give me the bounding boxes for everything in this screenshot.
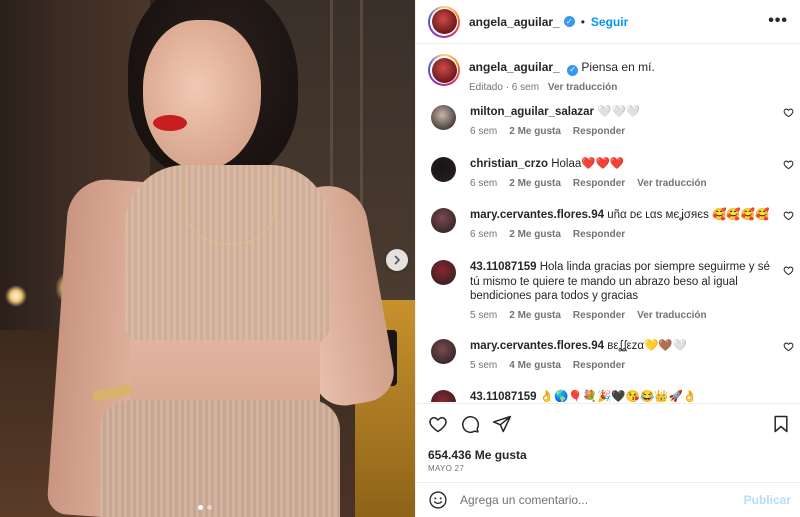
comment-time: 6 sem	[470, 228, 498, 240]
post-actions: 654.436 Me gusta MAYO 27	[416, 403, 800, 481]
photo-necklace	[185, 175, 275, 245]
instagram-post-modal: angela_aguilar_ ✓ • Seguir ••• angela_ag…	[0, 0, 800, 517]
carousel-dot	[207, 505, 212, 510]
comment-text-block: 43.11087159 👌🌎🎈💐🎉🖤😘😂👑🚀👌	[470, 390, 770, 402]
comment-time: 5 sem	[470, 309, 498, 321]
commenter-avatar[interactable]	[431, 339, 456, 364]
comment-icon[interactable]	[460, 414, 480, 434]
emoji-icon[interactable]	[428, 490, 448, 510]
translate-link[interactable]: Ver traducción	[637, 178, 706, 189]
comment-text-block: mary.cervantes.flores.94 вεʆʆεzα💛🤎🤍	[470, 339, 770, 354]
share-icon[interactable]	[492, 414, 512, 434]
next-arrow-icon	[394, 255, 400, 265]
reply-button[interactable]: Responder	[573, 310, 625, 321]
add-comment-bar: Agrega un comentario... Publicar	[416, 482, 800, 517]
reply-button[interactable]: Responder	[573, 229, 625, 240]
comment-like-heart-icon[interactable]	[783, 107, 794, 118]
post-date: MAYO 27	[428, 464, 465, 473]
verified-icon: ✓	[563, 16, 575, 27]
commenter-username[interactable]: 43.11087159	[470, 391, 537, 402]
comment-text-block: milton_aguilar_salazar 🤍🤍🤍	[470, 105, 770, 120]
comment-time: 5 sem	[470, 359, 498, 371]
commenter-avatar[interactable]	[431, 260, 456, 285]
post-caption: angela_aguilar_ ✓ Piensa en mí. Editado …	[428, 54, 655, 93]
commenter-avatar[interactable]	[431, 390, 456, 402]
comment-time: 6 sem	[470, 125, 498, 137]
comment-like-heart-icon[interactable]	[783, 341, 794, 352]
comment-text: вεʆʆεzα💛🤎🤍	[607, 340, 687, 352]
reply-button[interactable]: Responder	[573, 360, 625, 371]
translate-link[interactable]: Ver traducción	[637, 310, 706, 321]
verified-icon: ✓	[567, 64, 579, 76]
comment-text-block: christian_crzo Holaa❤️❤️❤️	[470, 157, 770, 172]
comment-meta: 6 sem 2 Me gusta Responder	[470, 126, 770, 137]
commenter-username[interactable]: christian_crzo	[470, 158, 548, 170]
carousel-dots	[198, 505, 212, 510]
post-comment-button[interactable]: Publicar	[744, 493, 791, 507]
author-avatar[interactable]	[428, 5, 460, 38]
comment-row: christian_crzo Holaa❤️❤️❤️ 6 sem 2 Me gust…	[428, 157, 798, 189]
header-separator: •	[580, 14, 585, 29]
comment-row: mary.cervantes.flores.94 uñα ᴅє ʟαѕ мєʝσ…	[428, 208, 798, 240]
comment-likes[interactable]: 2 Me gusta	[509, 126, 561, 137]
reply-button[interactable]: Responder	[573, 126, 625, 137]
follow-button[interactable]: Seguir	[591, 15, 628, 29]
comment-likes[interactable]: 2 Me gusta	[509, 229, 561, 240]
comment-like-heart-icon[interactable]	[783, 265, 794, 276]
reply-button[interactable]: Responder	[573, 178, 625, 189]
more-options-icon[interactable]: •••	[768, 13, 788, 29]
comment-meta: 5 sem 2 Me gusta Responder Ver traducción	[470, 310, 770, 321]
comment-row: 43.11087159 👌🌎🎈💐🎉🖤😘😂👑🚀👌	[428, 390, 798, 402]
comment-row: 43.11087159 Hola linda gracias por siemp…	[428, 260, 798, 321]
comment-time: 6 sem	[470, 177, 498, 189]
comment-input[interactable]: Agrega un comentario...	[460, 493, 588, 507]
comment-meta: 5 sem 4 Me gusta Responder	[470, 360, 770, 371]
photo-background-light	[5, 285, 27, 307]
comment-row: milton_aguilar_salazar 🤍🤍🤍 6 sem 2 Me gust…	[428, 105, 798, 137]
bookmark-icon[interactable]	[771, 414, 791, 434]
commenter-avatar[interactable]	[431, 157, 456, 182]
photo-face	[143, 20, 261, 170]
heart-icon[interactable]	[428, 414, 448, 434]
comment-text: 🤍🤍🤍	[597, 106, 641, 118]
post-photo[interactable]	[0, 0, 415, 517]
comment-text-block: 43.11087159 Hola linda gracias por siemp…	[470, 260, 770, 304]
post-header: angela_aguilar_ ✓ • Seguir •••	[416, 0, 800, 44]
likes-count[interactable]: 654.436 Me gusta	[428, 448, 527, 462]
author-username[interactable]: angela_aguilar_	[469, 15, 560, 29]
commenter-avatar[interactable]	[431, 208, 456, 233]
commenter-username[interactable]: milton_aguilar_salazar	[470, 106, 594, 118]
commenter-username[interactable]: 43.11087159	[470, 261, 537, 273]
comment-text: uñα ᴅє ʟαѕ мєʝσяєѕ 🥰🥰🥰🥰	[607, 209, 770, 221]
carousel-next-button[interactable]	[386, 249, 408, 271]
caption-text: Piensa en mí.	[581, 60, 655, 74]
comment-like-heart-icon[interactable]	[783, 159, 794, 170]
photo-skirt	[100, 400, 340, 517]
caption-translate-link[interactable]: Ver traducción	[548, 82, 617, 93]
comment-meta: 6 sem 2 Me gusta Responder Ver traducción	[470, 178, 770, 189]
comment-text-block: mary.cervantes.flores.94 uñα ᴅє ʟαѕ мєʝσ…	[470, 208, 770, 223]
commenter-avatar[interactable]	[431, 105, 456, 130]
commenter-username[interactable]: mary.cervantes.flores.94	[470, 340, 604, 352]
photo-lips	[153, 115, 187, 131]
comment-likes[interactable]: 2 Me gusta	[509, 310, 561, 321]
comment-text: Holaa❤️❤️❤️	[551, 158, 625, 170]
comment-row: mary.cervantes.flores.94 вεʆʆεzα💛🤎🤍 5 sem…	[428, 339, 798, 371]
comment-meta: 6 sem 2 Me gusta Responder	[470, 229, 770, 240]
comment-text: 👌🌎🎈💐🎉🖤😘😂👑🚀👌	[539, 391, 698, 402]
caption-edited-time: Editado · 6 sem	[469, 81, 540, 93]
comment-likes[interactable]: 4 Me gusta	[509, 360, 561, 371]
comment-like-heart-icon[interactable]	[783, 210, 794, 221]
caption-username[interactable]: angela_aguilar_	[469, 60, 560, 74]
caption-avatar[interactable]	[428, 54, 460, 86]
post-side-panel: angela_aguilar_ ✓ • Seguir ••• angela_ag…	[415, 0, 800, 517]
comments-feed[interactable]: angela_aguilar_ ✓ Piensa en mí. Editado …	[416, 45, 800, 402]
commenter-username[interactable]: mary.cervantes.flores.94	[470, 209, 604, 221]
carousel-dot	[198, 505, 203, 510]
comment-likes[interactable]: 2 Me gusta	[509, 178, 561, 189]
